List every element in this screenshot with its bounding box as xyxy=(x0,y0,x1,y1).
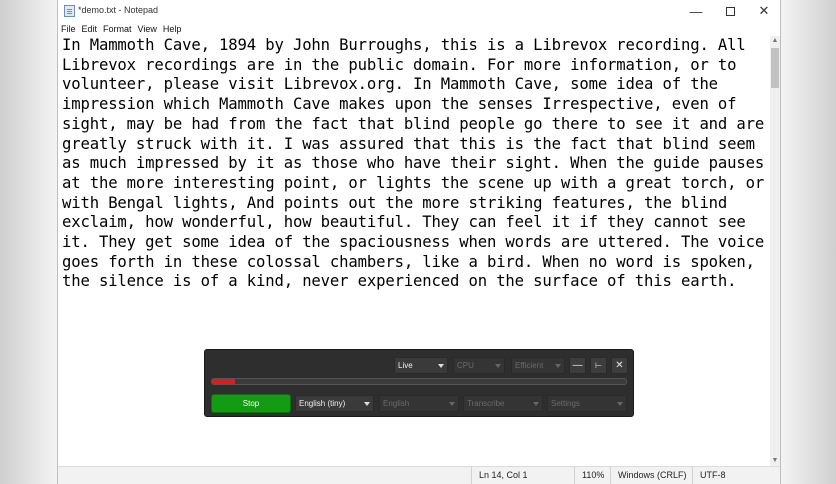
chevron-down-icon xyxy=(555,364,561,368)
maximize-icon xyxy=(725,6,735,16)
toolbar-minimize-button[interactable]: — xyxy=(569,357,586,374)
task-value: Transcribe xyxy=(467,399,505,408)
transcription-toolbar: Live CPU Efficient — ⊢ ✕ Stop English (t… xyxy=(204,349,634,417)
maximize-button[interactable] xyxy=(713,0,747,22)
chevron-down-icon xyxy=(364,402,370,406)
model-value: English (tiny) xyxy=(299,399,346,408)
notepad-app-icon xyxy=(64,5,75,17)
device-value: CPU xyxy=(457,361,474,370)
model-dropdown[interactable]: English (tiny) xyxy=(295,395,374,412)
chevron-down-icon xyxy=(438,364,444,368)
status-bar: Ln 14, Col 1 110% Windows (CRLF) UTF-8 xyxy=(58,466,780,484)
window-title: *demo.txt - Notepad xyxy=(78,5,159,15)
close-icon: ✕ xyxy=(758,3,770,18)
chevron-down-icon xyxy=(533,402,539,406)
minimize-icon: — xyxy=(572,360,583,371)
scroll-up-icon[interactable]: ▲ xyxy=(770,36,780,46)
task-dropdown[interactable]: Transcribe xyxy=(463,395,543,412)
menu-format[interactable]: Format xyxy=(100,22,135,36)
desktop-background-right xyxy=(780,0,836,484)
zoom-level: 110% xyxy=(574,467,610,484)
mode-dropdown[interactable]: Live xyxy=(394,357,448,374)
mode-value: Live xyxy=(398,361,413,370)
settings-value: Settings xyxy=(551,399,580,408)
vertical-scrollbar[interactable]: ▲ ▼ xyxy=(770,36,780,466)
editor-content[interactable]: In Mammoth Cave, 1894 by John Burroughs,… xyxy=(62,36,767,292)
chevron-down-icon xyxy=(495,364,501,368)
menu-view[interactable]: View xyxy=(135,22,160,36)
minimize-icon: — xyxy=(689,3,703,19)
line-endings: Windows (CRLF) xyxy=(610,467,692,484)
pin-icon: ⊢ xyxy=(595,361,602,370)
audio-level-fill xyxy=(212,379,235,384)
language-value: English xyxy=(383,399,410,408)
menu-bar: File Edit Format View Help xyxy=(58,22,184,36)
close-icon: ✕ xyxy=(615,360,624,371)
toolbar-pin-button[interactable]: ⊢ xyxy=(590,357,607,374)
menu-file[interactable]: File xyxy=(58,22,79,36)
encoding: UTF-8 xyxy=(692,467,780,484)
desktop-background-left xyxy=(0,0,58,484)
minimize-button[interactable]: — xyxy=(679,0,713,22)
scroll-down-icon[interactable]: ▼ xyxy=(770,456,780,466)
settings-dropdown[interactable]: Settings xyxy=(547,395,627,412)
scrollbar-thumb[interactable] xyxy=(771,48,779,88)
menu-help[interactable]: Help xyxy=(160,22,185,36)
toolbar-close-button[interactable]: ✕ xyxy=(611,357,628,374)
quality-value: Efficient xyxy=(515,361,544,370)
quality-dropdown[interactable]: Efficient xyxy=(511,357,565,374)
cursor-position: Ln 14, Col 1 xyxy=(471,467,574,484)
menu-edit[interactable]: Edit xyxy=(79,22,101,36)
chevron-down-icon xyxy=(449,402,455,406)
close-button[interactable]: ✕ xyxy=(747,0,781,22)
language-dropdown[interactable]: English xyxy=(379,395,459,412)
chevron-down-icon xyxy=(617,402,623,406)
audio-level-bar xyxy=(211,378,627,385)
stop-button[interactable]: Stop xyxy=(211,394,291,413)
device-dropdown[interactable]: CPU xyxy=(453,357,505,374)
title-bar[interactable]: *demo.txt - Notepad — ✕ xyxy=(58,0,780,22)
